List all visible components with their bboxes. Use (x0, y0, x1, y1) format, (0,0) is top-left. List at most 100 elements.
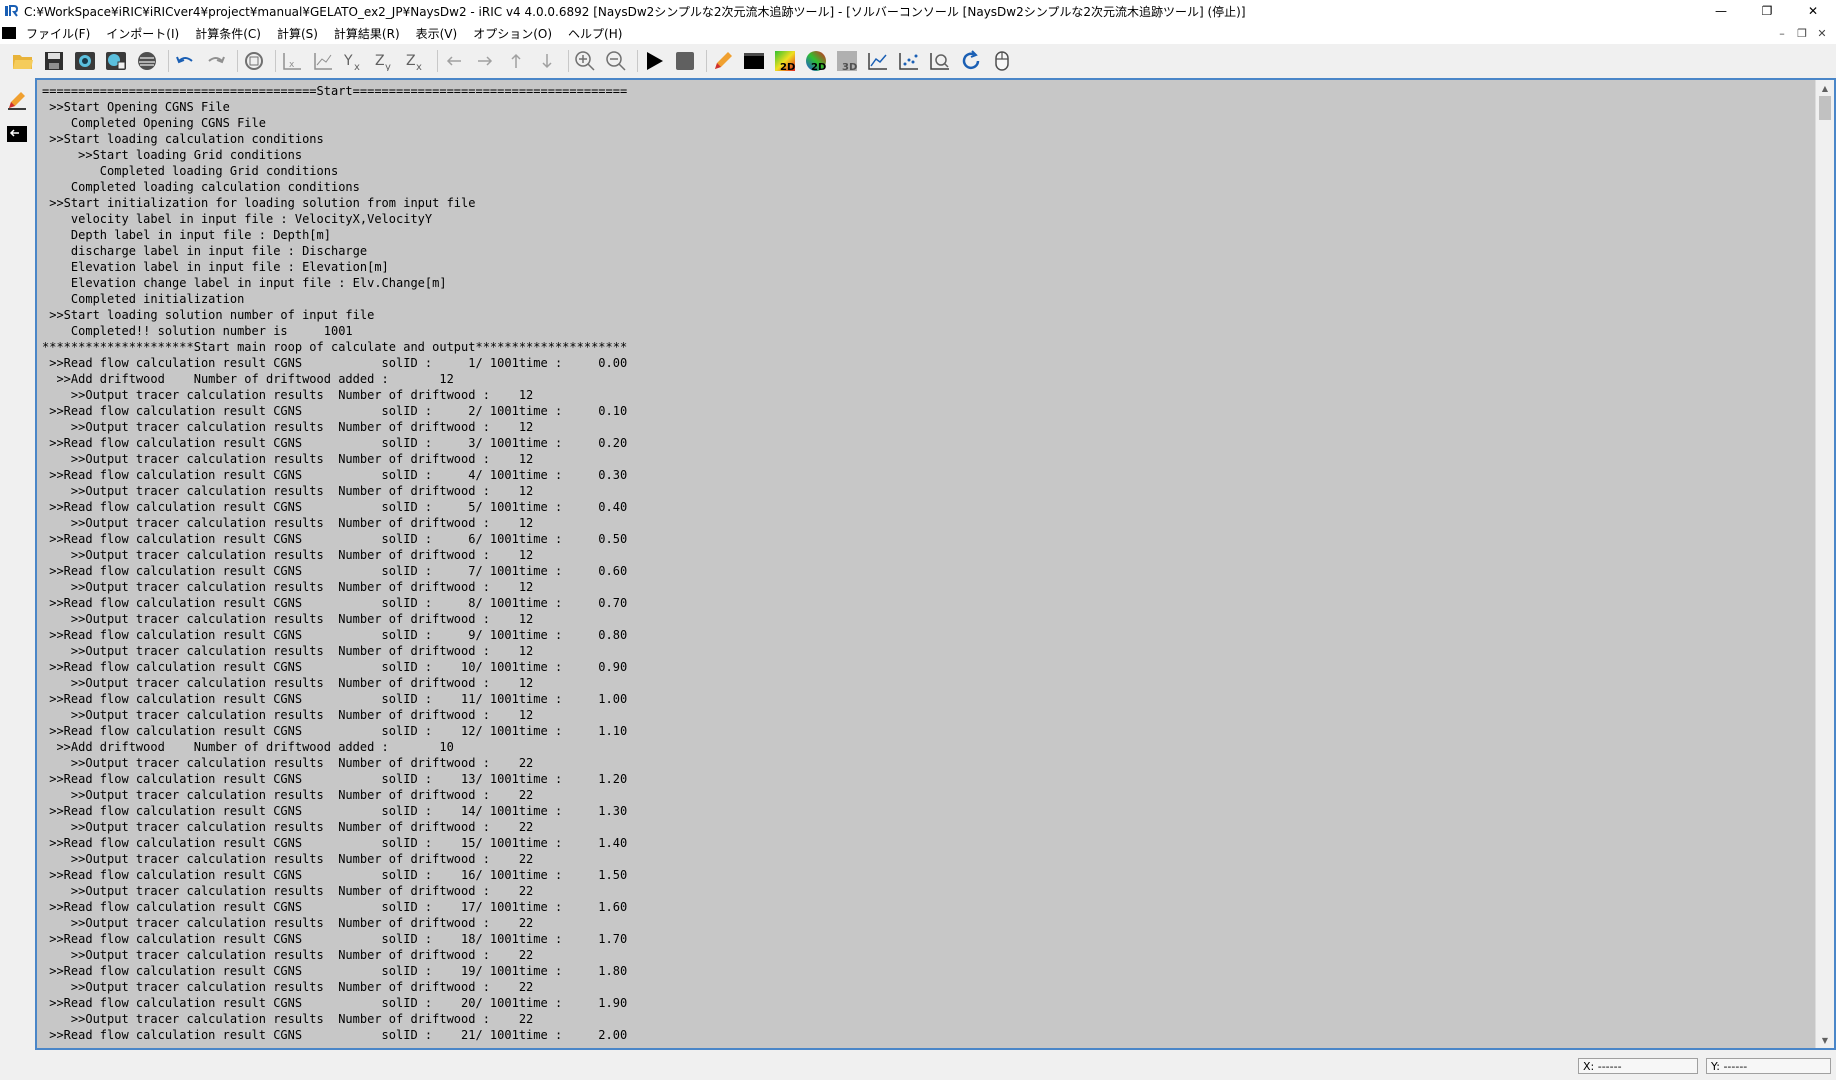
pre-processor-icon[interactable] (5, 88, 29, 112)
zoom-chart-icon[interactable] (927, 48, 953, 74)
close-button[interactable]: ✕ (1790, 0, 1836, 22)
continuous-capture-icon[interactable] (103, 48, 129, 74)
console-line: velocity label in input file : VelocityX… (42, 212, 433, 226)
console-vertical-scrollbar[interactable]: ▲ ▼ (1815, 80, 1834, 1048)
console-line: >>Read flow calculation result CGNS solI… (42, 1028, 628, 1042)
console-line: Elevation label in input file : Elevatio… (42, 260, 389, 274)
zoom-out-icon[interactable] (603, 48, 629, 74)
restore-button[interactable]: ❐ (1744, 0, 1790, 22)
console-line: >>Output tracer calculation results Numb… (42, 852, 534, 866)
console-line: >>Output tracer calculation results Numb… (42, 644, 534, 658)
svg-text:x: x (354, 62, 360, 71)
new-2d-birdseye-icon[interactable]: 2D (803, 48, 829, 74)
menu-bar: ファイル(F) インポート(I) 計算条件(C) 計算(S) 計算結果(R) 表… (0, 22, 1836, 44)
console-line: Completed!! solution number is 1001 (42, 324, 353, 338)
axis-x-icon[interactable]: x (279, 48, 305, 74)
arrow-down-icon[interactable] (534, 48, 560, 74)
save-icon[interactable] (41, 48, 67, 74)
scatter-icon[interactable] (896, 48, 922, 74)
console-line: >>Read flow calculation result CGNS solI… (42, 436, 628, 450)
console-line: >>Read flow calculation result CGNS solI… (42, 404, 628, 418)
svg-text:Z: Z (375, 53, 385, 69)
console-line: >>Output tracer calculation results Numb… (42, 884, 534, 898)
mdi-system-menu-icon[interactable] (2, 27, 16, 39)
yx-icon[interactable]: Yx (341, 48, 367, 74)
iric-app-icon (4, 4, 18, 18)
zx-icon[interactable]: Zx (403, 48, 429, 74)
scroll-thumb[interactable] (1819, 96, 1831, 120)
axis-xy-icon[interactable] (310, 48, 336, 74)
left-dock (0, 78, 34, 1049)
console-line: >>Output tracer calculation results Numb… (42, 612, 534, 626)
zoom-in-icon[interactable] (572, 48, 598, 74)
console-line: >>Read flow calculation result CGNS solI… (42, 660, 628, 674)
console-line: Completed loading Grid conditions (42, 164, 339, 178)
minimize-button[interactable]: — (1698, 0, 1744, 22)
console-line: >>Start loading solution number of input… (42, 308, 375, 322)
console-line: >>Read flow calculation result CGNS solI… (42, 932, 628, 946)
arrow-right-icon[interactable] (472, 48, 498, 74)
console-line: >>Start loading calculation conditions (42, 132, 324, 146)
console-line: >>Read flow calculation result CGNS solI… (42, 692, 628, 706)
console-line: >>Read flow calculation result CGNS solI… (42, 500, 628, 514)
graph-icon[interactable] (865, 48, 891, 74)
undo-icon[interactable] (172, 48, 198, 74)
console-line: >>Output tracer calculation results Numb… (42, 548, 534, 562)
solver-console-icon[interactable] (5, 122, 29, 146)
new-3d-window-icon[interactable]: 3D (834, 48, 860, 74)
capture-icon[interactable] (72, 48, 98, 74)
menu-simulation[interactable]: 計算(S) (277, 25, 318, 42)
scroll-up-arrow-icon[interactable]: ▲ (1816, 80, 1834, 96)
stop-icon[interactable] (672, 48, 698, 74)
menu-file[interactable]: ファイル(F) (26, 25, 90, 42)
console-line: >>Start initialization for loading solut… (42, 196, 476, 210)
svg-text:x: x (416, 62, 422, 71)
no-entry-icon[interactable] (134, 48, 160, 74)
menu-view[interactable]: 表示(V) (416, 25, 458, 42)
main-toolbar: x Yx Zy Zx 2D 2D 3D (0, 44, 1836, 78)
toolbar-separator (237, 50, 238, 72)
edit-pencil-icon[interactable] (710, 48, 736, 74)
menu-calculation-condition[interactable]: 計算条件(C) (195, 25, 261, 42)
zy-icon[interactable]: Zy (372, 48, 398, 74)
new-2d-window-icon[interactable]: 2D (772, 48, 798, 74)
console-line: >>Read flow calculation result CGNS solI… (42, 900, 628, 914)
refresh-icon[interactable] (958, 48, 984, 74)
solver-console[interactable]: ======================================St… (35, 78, 1836, 1050)
svg-text:y: y (385, 62, 391, 71)
console-line: >>Output tracer calculation results Numb… (42, 420, 534, 434)
console-line: >>Read flow calculation result CGNS solI… (42, 964, 628, 978)
mdi-close-button[interactable]: ✕ (1812, 27, 1832, 40)
menu-calculation-result[interactable]: 計算結果(R) (334, 25, 400, 42)
mdi-restore-button[interactable]: ❐ (1792, 27, 1812, 40)
zoom-fit-icon[interactable] (241, 48, 267, 74)
arrow-left-icon[interactable] (441, 48, 467, 74)
console-line: >>Output tracer calculation results Numb… (42, 484, 534, 498)
console-line: >>Output tracer calculation results Numb… (42, 580, 534, 594)
console-line: ======================================St… (42, 84, 628, 98)
run-icon[interactable] (641, 48, 667, 74)
toolbar-separator (275, 50, 276, 72)
console-line: >>Output tracer calculation results Numb… (42, 452, 534, 466)
redo-icon[interactable] (203, 48, 229, 74)
toolbar-separator (637, 50, 638, 72)
title-bar: C:¥WorkSpace¥iRIC¥iRICver4¥project¥manua… (0, 0, 1836, 22)
y-coordinate-readout: Y: ------ (1706, 1058, 1831, 1074)
mdi-minimize-button[interactable]: – (1772, 27, 1792, 40)
menu-import[interactable]: インポート(I) (106, 25, 179, 42)
arrow-up-icon[interactable] (503, 48, 529, 74)
console-icon[interactable] (741, 48, 767, 74)
console-line: Elevation change label in input file : E… (42, 276, 447, 290)
menu-help[interactable]: ヘルプ(H) (568, 25, 622, 42)
status-bar: X: ------ Y: ------ (0, 1050, 1836, 1080)
window-title: C:¥WorkSpace¥iRIC¥iRICver4¥project¥manua… (24, 4, 1246, 19)
toolbar-separator (568, 50, 569, 72)
console-output: ======================================St… (42, 83, 627, 1043)
console-line: >>Read flow calculation result CGNS solI… (42, 564, 628, 578)
svg-text:Z: Z (406, 53, 416, 69)
mouse-icon[interactable] (989, 48, 1015, 74)
scroll-down-arrow-icon[interactable]: ▼ (1816, 1032, 1834, 1048)
open-folder-icon[interactable] (10, 48, 36, 74)
menu-option[interactable]: オプション(O) (473, 25, 552, 42)
console-line: >>Read flow calculation result CGNS solI… (42, 996, 628, 1010)
